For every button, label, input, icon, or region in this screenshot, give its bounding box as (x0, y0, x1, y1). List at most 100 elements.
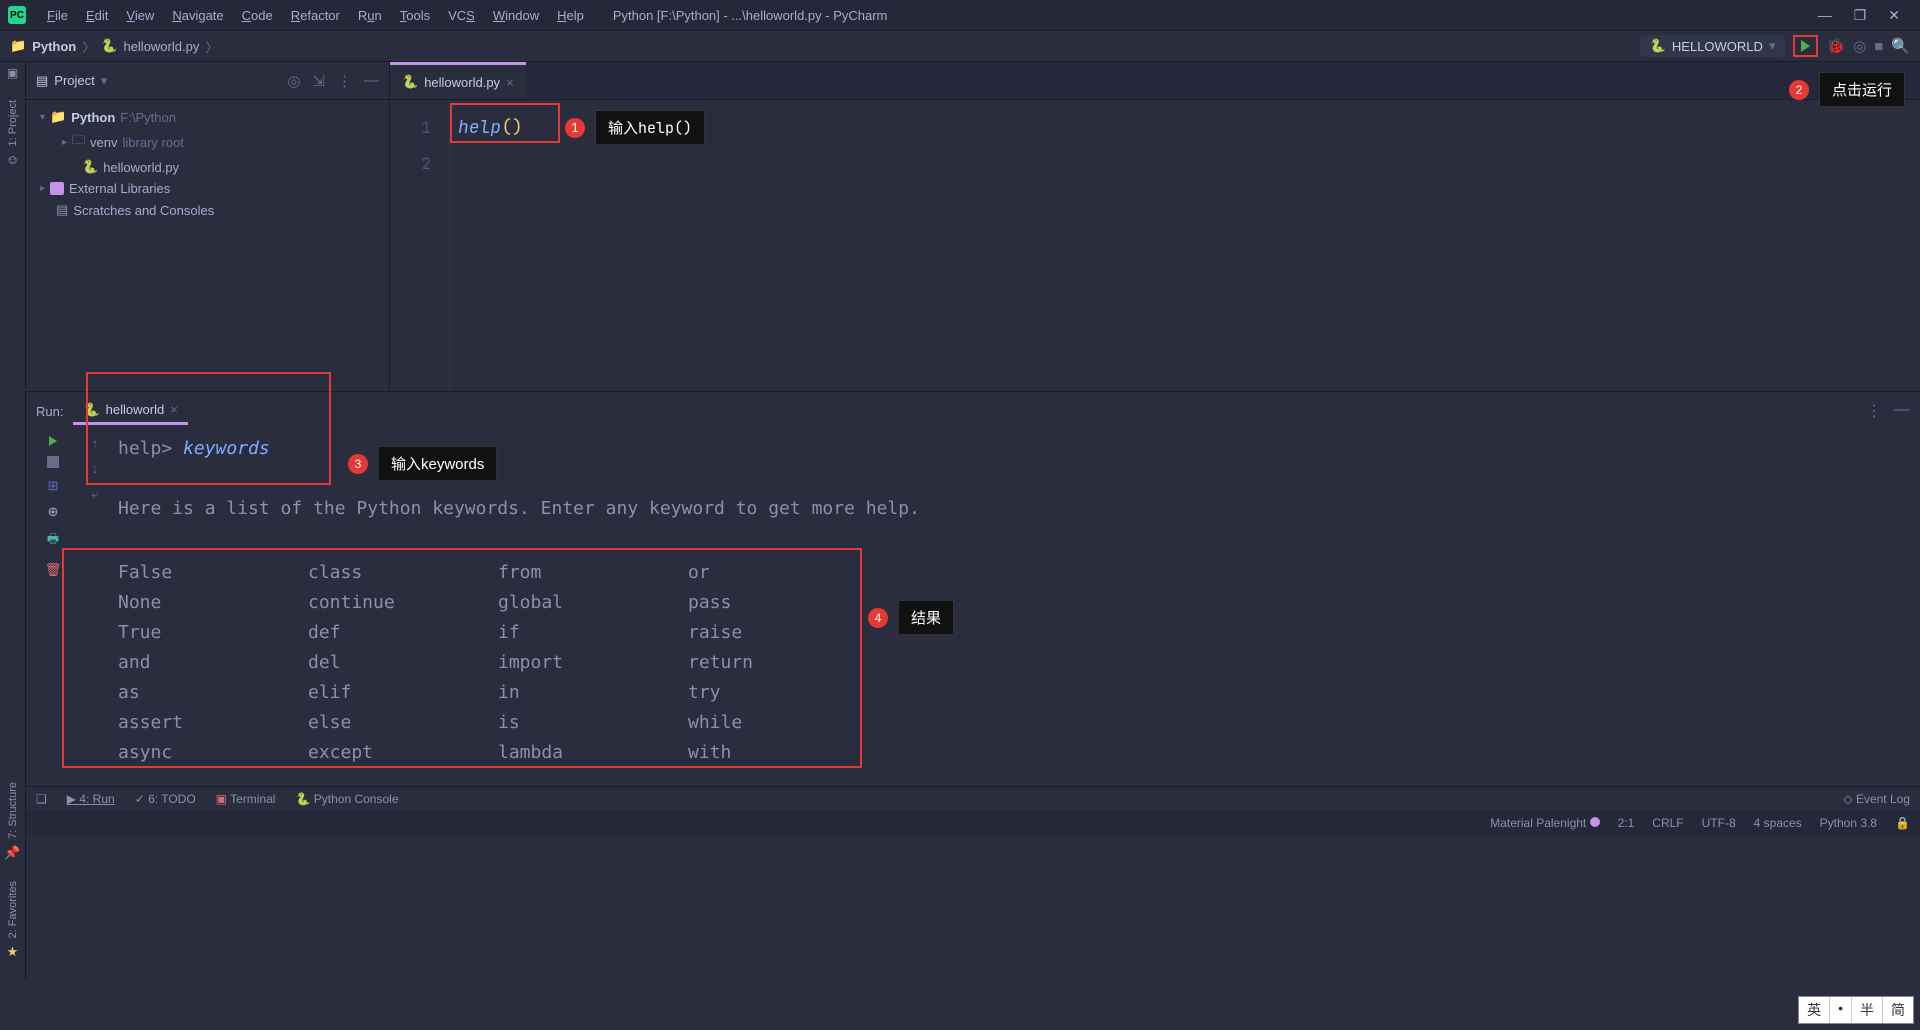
window-maximize[interactable]: ❐ (1854, 7, 1867, 24)
keyword-cell: raise (688, 618, 878, 648)
menu-window[interactable]: Window (484, 8, 548, 23)
keyword-cell: is (498, 708, 688, 738)
close-icon[interactable]: × (506, 75, 514, 90)
lock-icon[interactable]: 🔒 (1895, 816, 1910, 830)
status-crlf[interactable]: CRLF (1652, 816, 1683, 830)
callout-badge-1: 1 (565, 118, 585, 138)
search-icon[interactable]: 🔍 (1891, 37, 1910, 55)
library-icon (50, 182, 64, 195)
project-panel-label[interactable]: ▤ Project ▾ (36, 73, 107, 89)
run-tab[interactable]: 🐍 helloworld × (73, 398, 187, 425)
more-icon[interactable]: ⋮ (1866, 401, 1882, 421)
run-panel: Run: 🐍 helloworld × ⋮ — ⊞ ⊕ 🖶 🗑 ↑ ↓ ⤶ he… (26, 391, 1920, 786)
menu-run[interactable]: Run (349, 8, 391, 23)
bottom-tab-todo[interactable]: ✓ 6: TODO (135, 792, 196, 806)
run-target-icon[interactable]: ◎ (1853, 37, 1866, 55)
tree-ext-libs[interactable]: ▸ External Libraries (30, 178, 385, 199)
highlight-box-1 (450, 103, 560, 143)
menu-bar: PC File Edit View Navigate Code Refactor… (0, 0, 1920, 31)
breadcrumb-root[interactable]: Python (32, 39, 76, 54)
layout-icon[interactable]: ⊞ (48, 478, 59, 494)
menu-code[interactable]: Code (233, 8, 282, 23)
keyword-cell: pass (688, 588, 878, 618)
more-icon[interactable]: ⋮ (337, 72, 352, 90)
side-tab-structure[interactable]: 7: Structure (7, 782, 19, 839)
side-tab-project[interactable]: 1: Project (7, 100, 19, 146)
editor-tab[interactable]: 🐍 helloworld.py × (390, 62, 526, 99)
print-icon[interactable]: 🖶 (47, 530, 59, 552)
status-bar: Material Palenight 2:1 CRLF UTF-8 4 spac… (0, 810, 1920, 836)
keyword-cell: or (688, 558, 878, 588)
keyword-cell: True (118, 618, 308, 648)
window-close[interactable]: ✕ (1888, 7, 1900, 24)
status-indent[interactable]: 4 spaces (1754, 816, 1802, 830)
debug-icon[interactable]: 🐞 (1826, 37, 1845, 55)
keyword-cell: lambda (498, 738, 688, 768)
menu-edit[interactable]: Edit (77, 8, 117, 23)
status-encoding[interactable]: UTF-8 (1702, 816, 1736, 830)
code-area[interactable]: 1 2 help() 1 输入help() (390, 100, 1920, 391)
menu-navigate[interactable]: Navigate (163, 8, 232, 23)
tree-scratches[interactable]: ▤ Scratches and Consoles (30, 199, 385, 221)
collapse-icon[interactable]: ⇲ (312, 72, 325, 90)
keyword-cell: assert (118, 708, 308, 738)
window-minimize[interactable]: — (1818, 7, 1832, 24)
hide-icon[interactable]: — (1894, 401, 1910, 421)
status-theme[interactable]: Material Palenight (1490, 816, 1599, 830)
python-file-icon: 🐍 (101, 38, 117, 54)
folder-icon: ▤ (36, 73, 48, 89)
pin-icon[interactable]: ⊕ (48, 504, 59, 520)
keyword-cell: with (688, 738, 878, 768)
keyword-cell: elif (308, 678, 498, 708)
tree-root[interactable]: ▾ 📁 Python F:\Python (30, 106, 385, 128)
keyword-cell: and (118, 648, 308, 678)
status-pos[interactable]: 2:1 (1618, 816, 1635, 830)
menu-file[interactable]: File (38, 8, 77, 23)
callout-badge-4: 4 (868, 608, 888, 628)
tree-file[interactable]: 🐍 helloworld.py (30, 156, 385, 178)
bottom-event-log[interactable]: ◇ Event Log (1843, 792, 1910, 806)
soft-wrap-icon[interactable]: ⤶ (91, 486, 98, 502)
console-prompt: help> (118, 438, 172, 459)
down-icon[interactable]: ↓ (92, 461, 99, 476)
target-icon[interactable]: ◎ (287, 72, 300, 90)
keyword-cell: None (118, 588, 308, 618)
left-tool-gutter: ▣ 1: Project ☺ 7: Structure 📌 2: Favorit… (0, 62, 26, 980)
layers-icon[interactable]: ❏ (36, 792, 47, 806)
hide-icon[interactable]: — (364, 72, 379, 90)
run-button[interactable] (1793, 35, 1818, 57)
folder-icon: 📁 (10, 38, 26, 54)
line-numbers: 1 2 (390, 100, 450, 391)
stop-icon[interactable] (47, 456, 59, 468)
callout-1: 输入help() (595, 110, 705, 145)
menu-help[interactable]: Help (548, 8, 593, 23)
menu-tools[interactable]: Tools (391, 8, 439, 23)
trash-icon[interactable]: 🗑 (45, 562, 62, 578)
close-icon[interactable]: × (170, 402, 178, 417)
bottom-tab-pyconsole[interactable]: 🐍 Python Console (295, 792, 398, 806)
run-config-label: HELLOWORLD (1672, 39, 1763, 54)
menu-vcs[interactable]: VCS (439, 8, 484, 23)
keyword-grid: FalseclassfromorNonecontinueglobalpassTr… (118, 554, 1920, 768)
rerun-icon[interactable] (49, 436, 57, 446)
menu-view[interactable]: View (117, 8, 163, 23)
keyword-cell: try (688, 678, 878, 708)
side-tab-favorites[interactable]: 2: Favorites (7, 881, 19, 938)
bottom-tab-run[interactable]: ▶ 4: Run (67, 792, 115, 806)
ime-indicator[interactable]: 英•半简 (1798, 996, 1914, 1024)
run-config-selector[interactable]: 🐍 HELLOWORLD ▾ (1640, 35, 1786, 57)
bottom-tool-bar: ❏ ▶ 4: Run ✓ 6: TODO ▣ Terminal 🐍 Python… (26, 786, 1920, 810)
run-console[interactable]: help> keywords Here is a list of the Pyt… (110, 430, 1920, 786)
console-output-header: Here is a list of the Python keywords. E… (118, 494, 1920, 524)
menu-refactor[interactable]: Refactor (282, 8, 349, 23)
stop-icon[interactable]: ■ (1874, 38, 1883, 55)
folder-icon: 🗀 (72, 131, 85, 153)
bottom-tab-terminal[interactable]: ▣ Terminal (216, 792, 276, 806)
up-icon[interactable]: ↑ (92, 436, 99, 451)
breadcrumb-file[interactable]: helloworld.py (123, 39, 199, 54)
status-python[interactable]: Python 3.8 (1820, 816, 1877, 830)
tree-venv[interactable]: ▸ 🗀 venv library root (30, 128, 385, 156)
keyword-cell: False (118, 558, 308, 588)
callout-4: 结果 (898, 600, 954, 635)
run-panel-label: Run: (36, 404, 63, 419)
